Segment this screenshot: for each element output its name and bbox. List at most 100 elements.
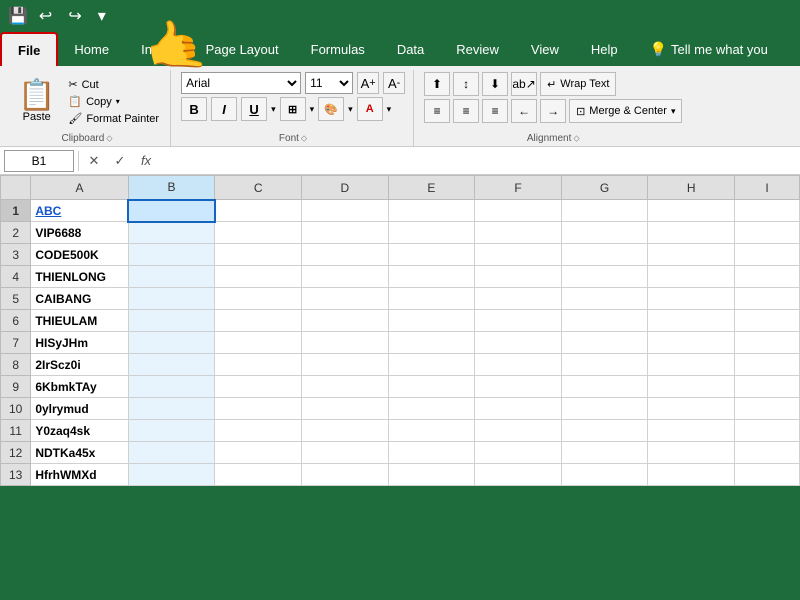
cell-E12[interactable] bbox=[388, 442, 475, 464]
align-center-button[interactable]: ≡ bbox=[453, 99, 479, 123]
font-name-select[interactable]: Arial bbox=[181, 72, 301, 94]
cell-E1[interactable] bbox=[388, 200, 475, 222]
cell-G6[interactable] bbox=[561, 310, 648, 332]
increase-indent-button[interactable]: → bbox=[540, 99, 566, 123]
cell-C11[interactable] bbox=[215, 420, 302, 442]
cell-F6[interactable] bbox=[475, 310, 562, 332]
cell-B1[interactable] bbox=[128, 200, 215, 222]
cell-G3[interactable] bbox=[561, 244, 648, 266]
cell-A13[interactable]: HfrhWMXd bbox=[31, 464, 128, 486]
cell-H9[interactable] bbox=[648, 376, 735, 398]
cell-I10[interactable] bbox=[735, 398, 800, 420]
cell-G9[interactable] bbox=[561, 376, 648, 398]
cell-B7[interactable] bbox=[128, 332, 215, 354]
cell-D1[interactable] bbox=[301, 200, 388, 222]
cell-F9[interactable] bbox=[475, 376, 562, 398]
tab-home[interactable]: Home bbox=[58, 32, 125, 66]
tab-page-layout[interactable]: Page Layout bbox=[190, 32, 295, 66]
cell-E3[interactable] bbox=[388, 244, 475, 266]
cell-G1[interactable] bbox=[561, 200, 648, 222]
cell-C2[interactable] bbox=[215, 222, 302, 244]
tab-file[interactable]: File bbox=[0, 32, 58, 66]
row-num-10[interactable]: 10 bbox=[1, 398, 31, 420]
cell-E4[interactable] bbox=[388, 266, 475, 288]
cell-D12[interactable] bbox=[301, 442, 388, 464]
redo-button[interactable]: ↪ bbox=[63, 4, 86, 28]
cell-G8[interactable] bbox=[561, 354, 648, 376]
cell-G13[interactable] bbox=[561, 464, 648, 486]
font-size-select[interactable]: 11 bbox=[305, 72, 353, 94]
cell-G2[interactable] bbox=[561, 222, 648, 244]
row-num-13[interactable]: 13 bbox=[1, 464, 31, 486]
align-bottom-button[interactable]: ⬇ bbox=[482, 72, 508, 96]
cell-F1[interactable] bbox=[475, 200, 562, 222]
cell-H10[interactable] bbox=[648, 398, 735, 420]
cell-F8[interactable] bbox=[475, 354, 562, 376]
paste-button[interactable]: 📋 Paste bbox=[12, 79, 61, 125]
cell-C1[interactable] bbox=[215, 200, 302, 222]
cell-C12[interactable] bbox=[215, 442, 302, 464]
cell-A7[interactable]: HISyJHm bbox=[31, 332, 128, 354]
col-header-f[interactable]: F bbox=[475, 176, 562, 200]
cell-C8[interactable] bbox=[215, 354, 302, 376]
alignment-expand[interactable]: ⬦ bbox=[573, 133, 579, 144]
cell-B10[interactable] bbox=[128, 398, 215, 420]
cell-I9[interactable] bbox=[735, 376, 800, 398]
cell-A4[interactable]: THIENLONG bbox=[31, 266, 128, 288]
align-right-button[interactable]: ≡ bbox=[482, 99, 508, 123]
cell-B4[interactable] bbox=[128, 266, 215, 288]
cell-I5[interactable] bbox=[735, 288, 800, 310]
cell-I7[interactable] bbox=[735, 332, 800, 354]
col-header-c[interactable]: C bbox=[215, 176, 302, 200]
row-num-4[interactable]: 4 bbox=[1, 266, 31, 288]
row-num-9[interactable]: 9 bbox=[1, 376, 31, 398]
cell-B6[interactable] bbox=[128, 310, 215, 332]
fill-color-dropdown[interactable]: ▾ bbox=[348, 104, 353, 115]
col-header-d[interactable]: D bbox=[301, 176, 388, 200]
cell-A11[interactable]: Y0zaq4sk bbox=[31, 420, 128, 442]
cell-F11[interactable] bbox=[475, 420, 562, 442]
format-painter-button[interactable]: 🖌 Format Painter bbox=[65, 111, 162, 126]
cell-C5[interactable] bbox=[215, 288, 302, 310]
cell-A2[interactable]: VIP6688 bbox=[31, 222, 128, 244]
underline-dropdown[interactable]: ▾ bbox=[271, 104, 276, 115]
cell-F7[interactable] bbox=[475, 332, 562, 354]
cell-I11[interactable] bbox=[735, 420, 800, 442]
row-num-2[interactable]: 2 bbox=[1, 222, 31, 244]
merge-center-button[interactable]: ⊡ Merge & Center ▾ bbox=[569, 99, 682, 123]
underline-button[interactable]: U bbox=[241, 97, 267, 121]
cell-A10[interactable]: 0ylrymud bbox=[31, 398, 128, 420]
cell-E11[interactable] bbox=[388, 420, 475, 442]
bold-button[interactable]: B bbox=[181, 97, 207, 121]
cell-H6[interactable] bbox=[648, 310, 735, 332]
cell-F2[interactable] bbox=[475, 222, 562, 244]
customize-button[interactable]: ▾ bbox=[93, 4, 111, 28]
tab-insert[interactable]: Insert bbox=[125, 32, 190, 66]
copy-button[interactable]: 📋 Copy ▾ bbox=[65, 94, 162, 109]
cell-G10[interactable] bbox=[561, 398, 648, 420]
align-middle-button[interactable]: ↕ bbox=[453, 72, 479, 96]
cell-D6[interactable] bbox=[301, 310, 388, 332]
tab-formulas[interactable]: Formulas bbox=[295, 32, 381, 66]
cell-G7[interactable] bbox=[561, 332, 648, 354]
col-header-g[interactable]: G bbox=[561, 176, 648, 200]
cell-F4[interactable] bbox=[475, 266, 562, 288]
cell-H5[interactable] bbox=[648, 288, 735, 310]
row-num-6[interactable]: 6 bbox=[1, 310, 31, 332]
font-size-increase-button[interactable]: A+ bbox=[357, 72, 379, 94]
fill-color-button[interactable]: 🎨 bbox=[318, 97, 344, 121]
row-num-5[interactable]: 5 bbox=[1, 288, 31, 310]
cell-H1[interactable] bbox=[648, 200, 735, 222]
insert-function-button[interactable]: fx bbox=[135, 150, 157, 172]
cell-F5[interactable] bbox=[475, 288, 562, 310]
row-num-1[interactable]: 1 bbox=[1, 200, 31, 222]
cell-D11[interactable] bbox=[301, 420, 388, 442]
cell-E9[interactable] bbox=[388, 376, 475, 398]
col-header-b[interactable]: B bbox=[128, 176, 215, 200]
tab-review[interactable]: Review bbox=[440, 32, 515, 66]
clipboard-expand[interactable]: ⬦ bbox=[106, 133, 112, 144]
row-num-7[interactable]: 7 bbox=[1, 332, 31, 354]
align-left-button[interactable]: ≡ bbox=[424, 99, 450, 123]
cut-button[interactable]: ✂ Cut bbox=[65, 77, 162, 92]
cell-C9[interactable] bbox=[215, 376, 302, 398]
